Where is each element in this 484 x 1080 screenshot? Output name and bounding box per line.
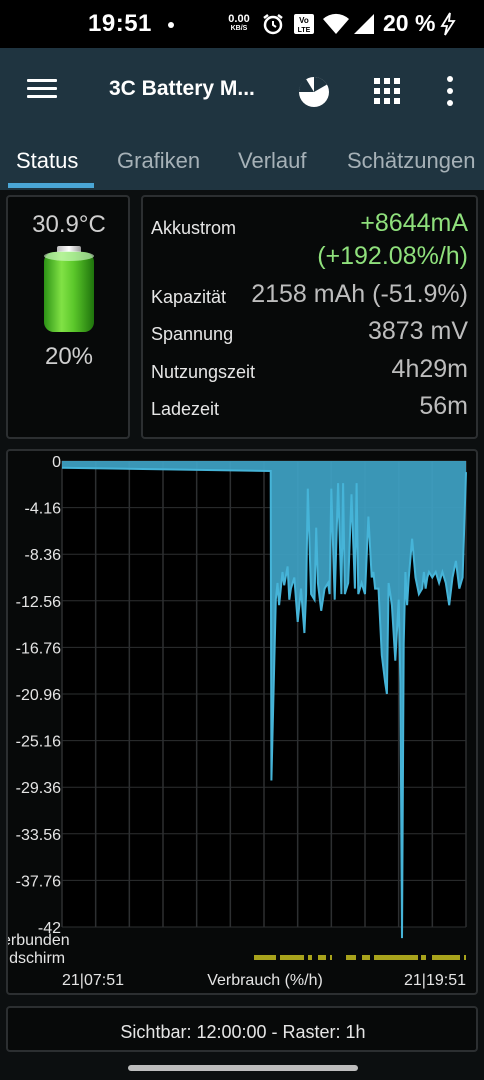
voltage-value: 3873 mV [367,317,468,345]
screen-on-marker [432,955,460,960]
battery-panel[interactable]: 30.9°C 20% [6,195,130,439]
status-bar: 19:51 0.00 KB/S Vo LTE 20 % [0,0,484,48]
battery-percent-text: 20 % [383,10,436,36]
tab-schaetzungen[interactable]: Schätzungen [347,148,475,174]
screen-on-marker [308,955,312,960]
y-tick-label: -37.76 [16,873,61,890]
x-axis-title: Verbrauch (%/h) [207,972,323,989]
widgets-grid-button[interactable] [370,74,404,108]
y-tick-label: 0 [52,454,61,471]
y-tick-label: -12.56 [16,594,61,611]
visible-range-text: Sichtbar: 12:00:00 - Raster: 1h [120,1022,366,1042]
svg-text:Vo: Vo [299,16,309,25]
y-tick-label: -29.36 [16,780,61,797]
alarm-icon [263,14,283,35]
x-end-label: 21|19:51 [404,972,466,989]
chart-panel[interactable]: 0 -4.16 -8.36 -12.56 -16.76 -20.96 -25.16 -29.3… [6,449,478,995]
svg-text:LTE: LTE [298,27,311,34]
battery-level-text: 20% [44,343,94,370]
charge-time-label: Ladezeit [151,399,220,419]
current-label: Akkustrom [151,218,237,238]
screen-on-marker [374,955,418,960]
gesture-nav-handle[interactable] [128,1065,358,1071]
x-start-label: 21|07:51 [62,972,124,989]
notification-dot-icon [168,22,174,28]
tab-bar: Status Grafiken Verlauf Schätzungen [0,132,484,190]
screen-on-marker [318,955,326,960]
footer-panel[interactable]: Sichtbar: 12:00:00 - Raster: 1h [6,1006,478,1052]
usage-time-label: Nutzungszeit [151,362,256,382]
y-tick-label: -25.16 [16,734,61,751]
tab-verlauf[interactable]: Verlauf [238,148,307,174]
battery-level-icon [44,246,94,332]
current-value: +8644mA [360,209,468,237]
y-tick-label: -4.16 [25,501,62,518]
menu-button[interactable] [22,74,62,106]
current-rate: (+192.08%/h) [317,242,468,270]
network-speed: 0.00 KB/S [224,14,254,34]
screen-on-marker [464,955,466,960]
overflow-menu-button[interactable] [440,74,460,108]
screen-on-marker [421,955,426,960]
y-tick-label: -33.56 [16,827,61,844]
active-tab-indicator [8,183,94,188]
stats-panel: Akkustrom +8644mA (+192.08%/h) Kapazität… [141,195,478,439]
screen-on-marker [330,955,332,960]
app-bar: 3C Battery M... [0,48,484,132]
voltage-label: Spannung [151,324,234,344]
battery-temperature: 30.9°C [32,211,106,238]
pie-chart-button[interactable] [296,74,332,110]
charge-time-value: 56m [419,392,468,420]
status-time: 19:51 [88,10,152,37]
screen-on-marker [362,955,370,960]
y-tick-label: -20.96 [16,687,61,704]
consumption-chart: 0 -4.16 -8.36 -12.56 -16.76 -20.96 -25.16 -29.3… [8,454,467,989]
volte-icon: Vo LTE [294,14,314,34]
screen-on-marker [280,955,304,960]
capacity-value: 2158 mAh (-51.9%) [251,280,468,308]
network-speed-unit: KB/S [230,25,248,32]
tab-grafiken[interactable]: Grafiken [117,148,200,174]
pie-chart-icon [298,77,329,107]
y-tick-label: -16.76 [16,640,61,657]
usage-time-value: 4h29m [391,355,468,383]
y-tick-label: -8.36 [25,547,62,564]
cell-signal-icon [354,14,374,34]
capacity-label: Kapazität [151,287,227,307]
screen-on-marker [254,955,276,960]
wifi-icon [323,13,349,34]
connected-label: erbunden [8,932,70,949]
app-title: 3C Battery M... [109,77,255,100]
menu-icon [27,79,57,82]
tab-status[interactable]: Status [16,148,78,174]
screen-on-marker [346,955,356,960]
screen-label: ildschirm [8,950,65,967]
charging-bolt-icon [440,12,456,36]
